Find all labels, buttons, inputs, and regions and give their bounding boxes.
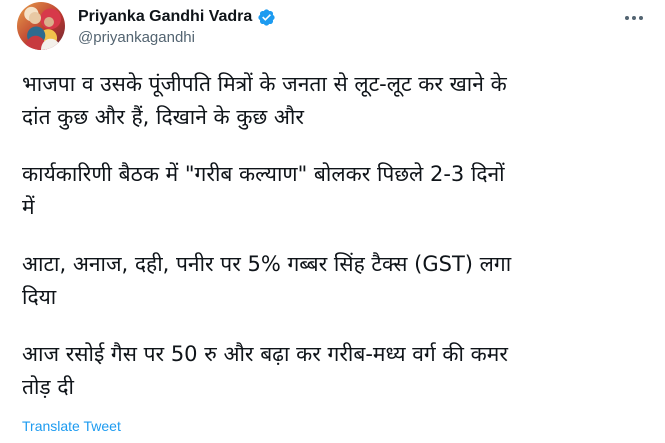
avatar-photo xyxy=(25,12,61,50)
tweet-card: Priyanka Gandhi Vadra @priyankagandhi भा… xyxy=(0,0,665,443)
more-dot xyxy=(632,16,636,20)
author-name-row: Priyanka Gandhi Vadra xyxy=(78,6,276,28)
more-horizontal-icon[interactable] xyxy=(622,8,646,28)
tweet-paragraph-4: आज रसोई गैस पर 50 रु और बढ़ा कर गरीब-मध्… xyxy=(22,342,508,399)
tweet-paragraph-3: आटा, अनाज, दही, पनीर पर 5% गब्बर सिंह टै… xyxy=(22,252,512,309)
avatar[interactable] xyxy=(17,2,65,50)
tweet-paragraph-2: कार्यकारिणी बैठक में "गरीब कल्याण" बोलकर… xyxy=(22,162,505,219)
more-dot xyxy=(625,16,629,20)
more-dot xyxy=(639,16,643,20)
verified-badge-icon xyxy=(257,8,276,27)
translate-tweet-link[interactable]: Translate Tweet xyxy=(22,418,121,434)
author-display-name[interactable]: Priyanka Gandhi Vadra xyxy=(78,8,252,26)
tweet-text: भाजपा व उसके पूंजीपति मित्रों के जनता से… xyxy=(22,68,647,404)
tweet-paragraph-1: भाजपा व उसके पूंजीपति मित्रों के जनता से… xyxy=(22,72,507,129)
author-handle[interactable]: @priyankagandhi xyxy=(78,29,195,46)
